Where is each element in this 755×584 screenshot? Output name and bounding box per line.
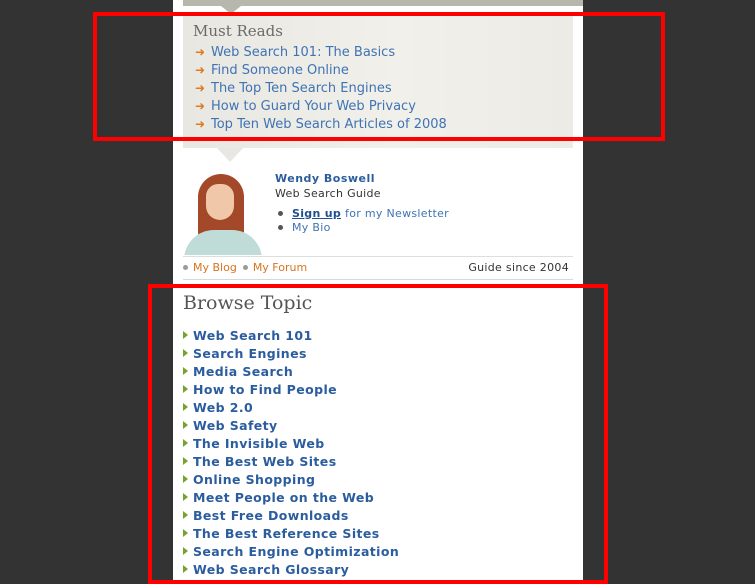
bio-item: My Bio (278, 220, 449, 234)
bullet-icon (278, 210, 283, 216)
page: Must Reads ➜ Web Search 101: The Basics … (0, 0, 755, 584)
forum-link[interactable]: My Forum (253, 261, 307, 274)
highlight-box-browse-topic (148, 284, 608, 584)
bio-link[interactable]: My Bio (292, 221, 331, 234)
blog-link[interactable]: My Blog (193, 261, 237, 274)
avatar-shoulders (184, 230, 262, 255)
newsletter-item: Sign up for my Newsletter (278, 206, 449, 220)
guide-role: Web Search Guide (275, 187, 381, 200)
top-bar (183, 0, 583, 6)
must-reads-notch (217, 148, 243, 162)
guide-footer: My Blog My Forum Guide since 2004 (183, 260, 573, 274)
avatar[interactable] (184, 172, 262, 255)
bullet-icon (242, 264, 248, 270)
guide-name[interactable]: Wendy Boswell (275, 172, 375, 185)
newsletter-link[interactable]: for my Newsletter (345, 207, 449, 220)
divider (183, 279, 573, 280)
signup-link[interactable]: Sign up (292, 207, 341, 220)
bullet-icon (278, 224, 283, 230)
divider (183, 256, 573, 257)
guide-since: Guide since 2004 (468, 260, 569, 274)
avatar-face (206, 184, 234, 220)
bullet-icon (183, 264, 188, 270)
highlight-box-must-reads (93, 12, 665, 141)
guide-links: Sign up for my Newsletter My Bio (278, 206, 449, 234)
